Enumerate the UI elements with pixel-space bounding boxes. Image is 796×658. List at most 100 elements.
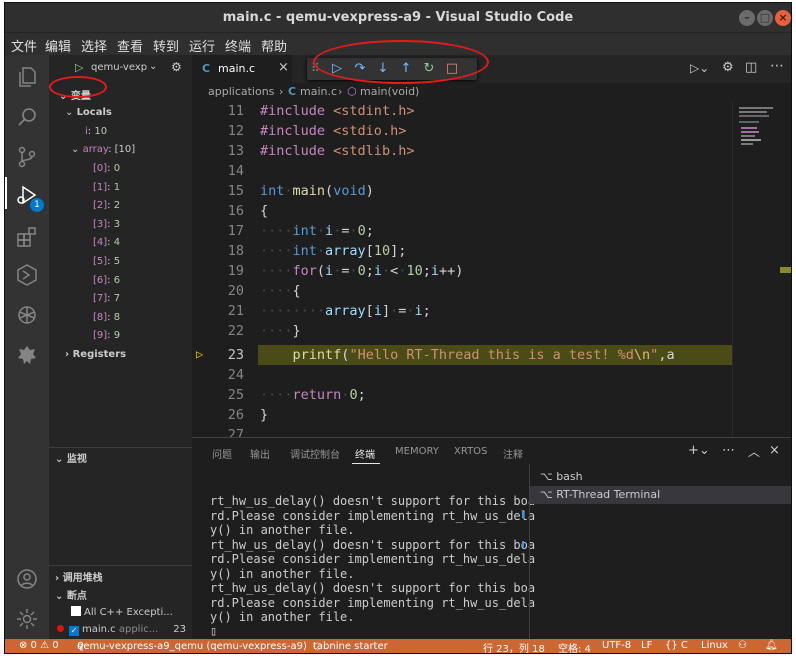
- manage-gear-icon[interactable]: [15, 607, 39, 631]
- array-element[interactable]: [6]: 6: [93, 275, 120, 286]
- array-element[interactable]: [5]: 5: [93, 256, 120, 267]
- maximize-button[interactable]: □: [757, 10, 773, 26]
- bottom-panel: 问题 输出 调试控制台 终端 MEMORY XRTOS 注释 +⌄ ⋯ ︿ × …: [192, 437, 791, 640]
- line-number: 26: [227, 407, 244, 423]
- tab-comments[interactable]: 注释: [503, 446, 523, 461]
- language-mode[interactable]: {} C: [665, 640, 688, 651]
- callstack-section-header[interactable]: › 调用堆栈: [55, 569, 103, 584]
- watch-section-header[interactable]: ⌄ 监视: [55, 450, 87, 465]
- debug-settings-gear-icon[interactable]: ⚙: [171, 60, 182, 74]
- source-control-icon[interactable]: [15, 145, 39, 169]
- terminal-item-bash[interactable]: ⌥ bash: [540, 470, 583, 483]
- breakpoint-dot-icon: [57, 625, 64, 632]
- platform[interactable]: Linux: [701, 640, 728, 651]
- code-line: ····return·0;: [260, 387, 366, 403]
- account-icon[interactable]: [15, 567, 39, 591]
- terminal-line: rt_hw_us_delay() doesn't support for thi…: [210, 581, 536, 595]
- line-number: 17: [227, 223, 244, 239]
- code-line: ····int·i·=·0;: [260, 223, 374, 239]
- chevron-down-icon[interactable]: ⌄: [149, 61, 157, 72]
- tab-output[interactable]: 输出: [250, 446, 270, 461]
- menu-go[interactable]: 转到: [153, 36, 179, 55]
- problems-count[interactable]: ⊗ 0 ⚠ 0: [19, 640, 59, 651]
- tab-memory[interactable]: MEMORY: [395, 446, 439, 457]
- minimap[interactable]: [732, 101, 791, 437]
- remote-explorer-icon[interactable]: [15, 263, 39, 287]
- menu-edit[interactable]: 编辑: [45, 36, 71, 55]
- line-number: 18: [227, 243, 244, 259]
- notifications-bell-icon[interactable]: 🔔︎: [765, 640, 778, 651]
- locals-scope[interactable]: ⌄ Locals: [65, 107, 112, 118]
- array-element[interactable]: [0]: 0: [93, 163, 120, 174]
- terminal-output[interactable]: rt_hw_us_delay() doesn't support for thi…: [210, 494, 536, 625]
- array-element[interactable]: [9]: 9: [93, 330, 120, 341]
- maximize-panel-icon[interactable]: ︿: [748, 443, 760, 460]
- extensions-icon[interactable]: [15, 225, 39, 249]
- breadcrumb-file[interactable]: main.c: [300, 85, 337, 98]
- array-element[interactable]: [3]: 3: [93, 219, 120, 230]
- terminal-line: y() in another file.: [210, 566, 355, 581]
- variable-array[interactable]: ⌄ array: [10]: [71, 144, 135, 155]
- breadcrumb-folder[interactable]: applications: [208, 85, 274, 98]
- end-of-line[interactable]: LF: [641, 640, 652, 651]
- terminal-item-rt-thread[interactable]: ⌥ RT-Thread Terminal: [530, 486, 791, 504]
- variable-i[interactable]: i: 10: [85, 126, 107, 137]
- close-button[interactable]: ×: [775, 10, 791, 26]
- code-line: int·main(void): [260, 183, 374, 199]
- menu-help[interactable]: 帮助: [261, 36, 287, 55]
- line-number: 12: [227, 123, 244, 139]
- minimize-button[interactable]: –: [739, 10, 755, 26]
- divider: [49, 447, 192, 448]
- tab-main-c[interactable]: C main.c ×: [192, 55, 292, 83]
- tab-debug-console[interactable]: 调试控制台: [290, 446, 340, 461]
- breakpoints-section-header[interactable]: ⌄ 断点: [55, 587, 87, 602]
- tab-terminal[interactable]: 终端: [355, 446, 375, 461]
- breakpoint-cpp-exceptions[interactable]: All C++ Excepti...: [71, 606, 173, 618]
- debug-arrow-icon: ▷: [196, 347, 204, 361]
- breadcrumb: applications › C main.c › ⬡ main(void): [192, 83, 791, 101]
- run-debug-dropdown-icon[interactable]: ▷⌄: [690, 61, 709, 75]
- menu-terminal[interactable]: 终端: [225, 36, 251, 55]
- cursor-position[interactable]: 行 23，列 18: [483, 640, 545, 653]
- debug-config-select[interactable]: qemu-vexp: [91, 62, 147, 73]
- rt-thread-icon[interactable]: [15, 343, 39, 367]
- menu-selection[interactable]: 选择: [81, 36, 107, 55]
- new-terminal-plus-icon[interactable]: +⌄: [688, 443, 710, 458]
- line-number: 11: [227, 103, 244, 119]
- encoding[interactable]: UTF-8: [602, 640, 631, 651]
- start-debug-icon[interactable]: ▷: [75, 61, 83, 74]
- code-editor[interactable]: 11 12 13 14 15 16 17 18 19 20 21 22 23 24 25 26 27 ▷ #in…: [192, 101, 732, 437]
- more-actions-icon[interactable]: ⋯: [722, 443, 735, 458]
- array-element[interactable]: [7]: 7: [93, 293, 120, 304]
- tab-problems[interactable]: 问题: [212, 446, 232, 461]
- settings-gear-icon[interactable]: ⚙: [722, 60, 734, 75]
- close-tab-icon[interactable]: ×: [278, 60, 289, 75]
- terminal-line: rt_hw_us_delay() doesn't support for thi…: [210, 494, 536, 508]
- terminal-line: rt_hw_us_delay() doesn't support for thi…: [210, 537, 536, 552]
- checkbox-unchecked[interactable]: [71, 606, 81, 616]
- more-actions-icon[interactable]: ⋯: [770, 58, 784, 74]
- menu-view[interactable]: 查看: [117, 36, 143, 55]
- checkbox-checked[interactable]: ✓: [69, 626, 79, 636]
- split-editor-icon[interactable]: ◫: [745, 60, 757, 75]
- array-element[interactable]: [2]: 2: [93, 200, 120, 211]
- explorer-icon[interactable]: [15, 65, 39, 89]
- copilot-icon[interactable]: [15, 303, 39, 327]
- menu-file[interactable]: 文件: [11, 36, 37, 55]
- search-icon[interactable]: [15, 105, 39, 129]
- array-element[interactable]: [1]: 1: [93, 182, 120, 193]
- terminal-line: y() in another file.: [210, 610, 355, 624]
- close-panel-icon[interactable]: ×: [769, 443, 780, 458]
- array-element[interactable]: [8]: 8: [93, 312, 120, 323]
- run-debug-icon[interactable]: 1: [15, 183, 44, 212]
- code-line: ····for(i·=·0;i·<·10;i++): [260, 263, 464, 279]
- tab-xrtos[interactable]: XRTOS: [454, 446, 487, 457]
- breakpoint-main-c[interactable]: ✓ main.c applic... 23: [57, 624, 192, 636]
- live-share-icon[interactable]: ⚇: [738, 640, 747, 651]
- array-element[interactable]: [4]: 4: [93, 237, 120, 248]
- breadcrumb-symbol[interactable]: main(void): [360, 85, 419, 98]
- menu-run[interactable]: 运行: [189, 36, 215, 55]
- registers-scope[interactable]: › Registers: [65, 349, 126, 360]
- indentation[interactable]: 空格: 4: [558, 640, 591, 653]
- chevron-down-icon: ⌄: [55, 591, 67, 602]
